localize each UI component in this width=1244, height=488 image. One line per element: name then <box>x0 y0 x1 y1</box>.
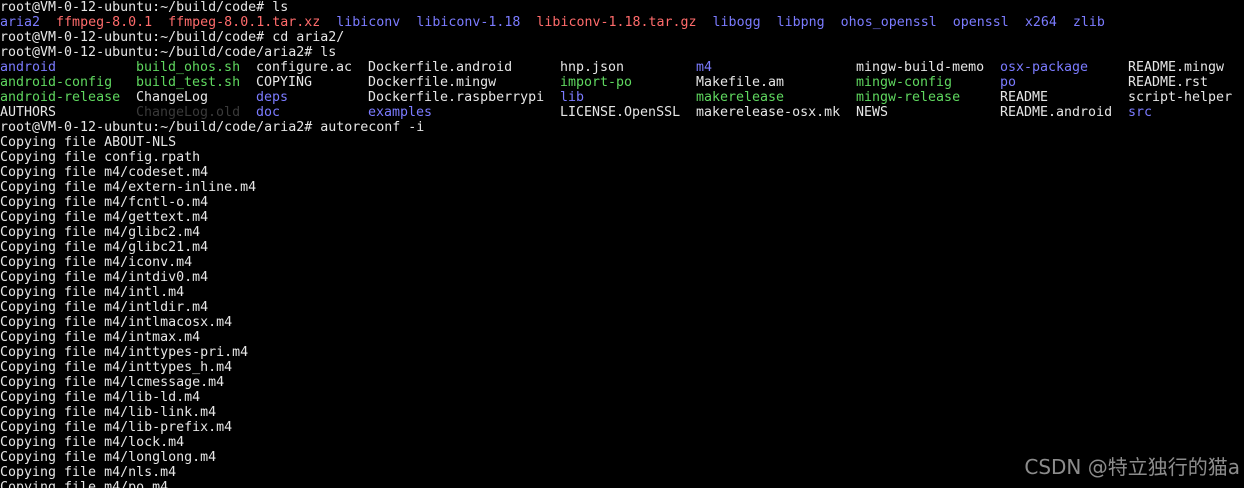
ls-entry: Dockerfile.mingw <box>368 75 497 90</box>
ls-entry: android <box>0 60 57 75</box>
output-line: Copying file m4/glibc21.m4 <box>0 240 209 255</box>
output-line: Copying file m4/lock.m4 <box>0 435 185 450</box>
output-line: Copying file m4/lib-link.m4 <box>0 405 217 420</box>
shell-command: autoreconf -i <box>320 120 425 135</box>
output-line: Copying file m4/glibc2.m4 <box>0 225 201 240</box>
ls-entry: import-po <box>560 75 633 90</box>
ls-grid-row: android-release ChangeLog deps Dockerfile.r… <box>0 90 1244 105</box>
ls-entry: mingw-build-memo <box>856 60 985 75</box>
ls-entry: zlib <box>1072 15 1105 30</box>
ls-entry: AUTHORS <box>0 105 57 120</box>
ls-entry: README.mingw <box>1128 60 1225 75</box>
ls-entry: ffmpeg-8.0.1.tar.xz <box>168 15 321 30</box>
ls-entry: openssl <box>952 15 1009 30</box>
ls-entry: build_test.sh <box>136 75 241 90</box>
output-line: Copying file m4/intlmacosx.m4 <box>0 315 233 330</box>
ls-entry: m4 <box>696 60 713 75</box>
ls-entry: Dockerfile.raspberrypi <box>368 90 545 105</box>
ls-entry: libogg <box>712 15 761 30</box>
output-line: Copying file m4/intldir.m4 <box>0 300 209 315</box>
ls-entry: deps <box>256 90 289 105</box>
ls-entry: libiconv-1.18 <box>416 15 521 30</box>
terminal-line-ls1: root@VM-0-12-ubuntu:~/build/code# ls <box>0 0 1244 15</box>
ls-entry: makerelease-osx.mk <box>696 105 841 120</box>
ls-grid-row: android-config build_test.sh COPYING Docker… <box>0 75 1244 90</box>
ls-entry: libiconv <box>336 15 401 30</box>
shell-command: ls <box>272 0 289 15</box>
output-line: Copying file m4/intdiv0.m4 <box>0 270 209 285</box>
ls-entry: aria2 <box>0 15 41 30</box>
output-line: Copying file m4/intmax.m4 <box>0 330 201 345</box>
ls-entry: ohos_openssl <box>840 15 937 30</box>
output-line: Copying file m4/inttypes_h.m4 <box>0 360 233 375</box>
ls-entry: build_ohos.sh <box>136 60 241 75</box>
ls-entry: mingw-config <box>856 75 953 90</box>
ls-grid-row: android build_ohos.sh configure.ac Dockerfi… <box>0 60 1244 75</box>
ls-entry: x264 <box>1024 15 1057 30</box>
shell-prompt: root@VM-0-12-ubuntu:~/build/code# <box>0 30 273 45</box>
shell-command: ls <box>320 45 337 60</box>
output-line: Copying file m4/po.m4 <box>0 480 169 488</box>
ls-entry: script-helper <box>1128 90 1233 105</box>
terminal-line-cd: root@VM-0-12-ubuntu:~/build/code# cd ari… <box>0 30 1244 45</box>
ls-entry: android-config <box>0 75 113 90</box>
csdn-watermark: CSDN @特立独行的猫a <box>1024 455 1240 479</box>
ls-output-row: aria2 ffmpeg-8.0.1 ffmpeg-8.0.1.tar.xz l… <box>0 15 1244 30</box>
ls-entry: Dockerfile.android <box>368 60 513 75</box>
ls-entry: ChangeLog.old <box>136 105 241 120</box>
ls-entry: doc <box>256 105 281 120</box>
terminal-window[interactable]: root@VM-0-12-ubuntu:~/build/code# ls ari… <box>0 0 1244 488</box>
shell-prompt: root@VM-0-12-ubuntu:~/build/code/aria2# <box>0 120 321 135</box>
ls-output-grid: android build_ohos.sh configure.ac Dockerfi… <box>0 60 1244 120</box>
ls-entry: lib <box>560 90 585 105</box>
ls-entry: COPYING <box>256 75 313 90</box>
ls-entry: hnp.json <box>560 60 625 75</box>
ls-entry: NEWS <box>856 105 889 120</box>
ls-entry: LICENSE.OpenSSL <box>560 105 681 120</box>
output-line: Copying file m4/fcntl-o.m4 <box>0 195 209 210</box>
output-line: Copying file m4/lcmessage.m4 <box>0 375 225 390</box>
ls-entry: configure.ac <box>256 60 353 75</box>
output-line: Copying file config.rpath <box>0 150 201 165</box>
ls-entry: makerelease <box>696 90 785 105</box>
ls-entry: README.rst <box>1128 75 1209 90</box>
ls-entry: README.android <box>1000 105 1113 120</box>
ls-entry: po <box>1000 75 1017 90</box>
output-line: Copying file m4/gettext.m4 <box>0 210 209 225</box>
shell-command: cd aria2/ <box>272 30 345 45</box>
ls-entry: README <box>1000 90 1049 105</box>
ls-entry: mingw-release <box>856 90 961 105</box>
ls-entry: libpng <box>776 15 825 30</box>
output-line: Copying file m4/lib-prefix.m4 <box>0 420 233 435</box>
ls-entry: src <box>1128 105 1153 120</box>
terminal-line-ls2: root@VM-0-12-ubuntu:~/build/code/aria2# … <box>0 45 1244 60</box>
terminal-line-autoreconf: root@VM-0-12-ubuntu:~/build/code/aria2# … <box>0 120 1244 135</box>
output-line: Copying file m4/extern-inline.m4 <box>0 180 257 195</box>
output-line: Copying file m4/iconv.m4 <box>0 255 193 270</box>
ls-entry: osx-package <box>1000 60 1089 75</box>
output-line: Copying file m4/codeset.m4 <box>0 165 209 180</box>
shell-prompt: root@VM-0-12-ubuntu:~/build/code# <box>0 0 273 15</box>
output-line: Copying file m4/intl.m4 <box>0 285 185 300</box>
ls-entry: libiconv-1.18.tar.gz <box>536 15 697 30</box>
output-line: Copying file ABOUT-NLS <box>0 135 177 150</box>
shell-prompt: root@VM-0-12-ubuntu:~/build/code/aria2# <box>0 45 321 60</box>
ls-entry: ChangeLog <box>136 90 209 105</box>
output-line: Copying file m4/lib-ld.m4 <box>0 390 201 405</box>
ls-entry: examples <box>368 105 433 120</box>
ls-entry: ffmpeg-8.0.1 <box>56 15 153 30</box>
ls-grid-row: AUTHORS ChangeLog.old doc examples LICENSE.O… <box>0 105 1244 120</box>
output-line: Copying file m4/inttypes-pri.m4 <box>0 345 249 360</box>
ls-entry: Makefile.am <box>696 75 785 90</box>
autoreconf-output: Copying file ABOUT-NLS Copying file confi… <box>0 135 1244 488</box>
ls-entry: android-release <box>0 90 121 105</box>
